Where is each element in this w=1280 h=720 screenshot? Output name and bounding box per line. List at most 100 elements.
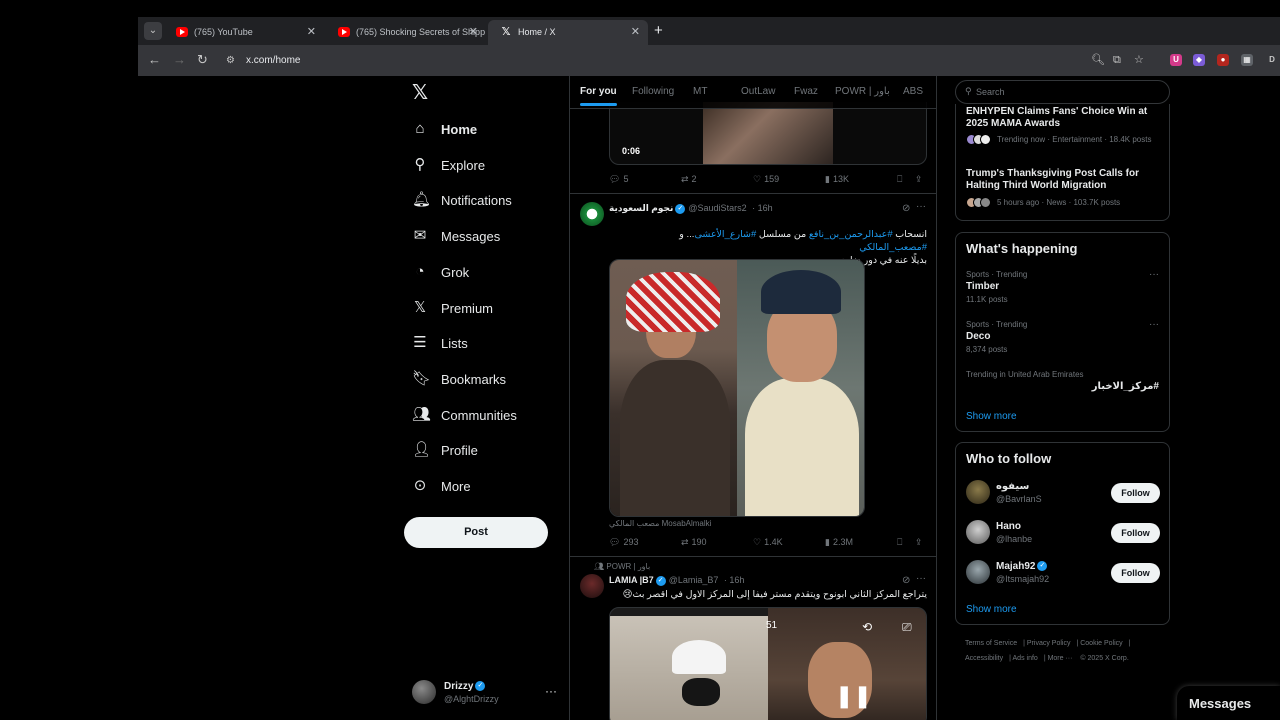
tab-for-you[interactable]: For you (580, 86, 617, 106)
x-logo-icon[interactable]: 𝕏 (412, 82, 432, 104)
nav-bookmarks[interactable]: 🔖︎ Bookmarks (412, 366, 506, 392)
browser-tab-shipping-video[interactable]: (765) Shocking Secrets of Shipp ✕ (326, 20, 486, 45)
grok-icon[interactable]: ⊘ (902, 203, 910, 214)
browser-tab-youtube[interactable]: (765) YouTube ✕ (164, 20, 324, 45)
pause-icon[interactable]: ❚❚ (835, 683, 872, 709)
tab-following[interactable]: Following (632, 86, 674, 97)
zoom-icon[interactable]: 🔍︎ (1091, 53, 1105, 67)
author-name[interactable]: نجوم السعودية (609, 203, 673, 213)
footer-link[interactable]: More ··· (1048, 655, 1073, 662)
avatar[interactable] (966, 480, 990, 504)
browser-tab-x-home[interactable]: 𝕏 Home / X ✕ (488, 20, 648, 45)
repost-button[interactable]: ⇄ 2 (681, 174, 697, 185)
user-name[interactable]: Hano (996, 521, 1021, 532)
show-more-link[interactable]: Show more (966, 604, 1017, 615)
repost-button[interactable]: ⇄ 190 (681, 537, 707, 548)
footer-link[interactable]: Cookie Policy (1080, 640, 1122, 647)
reply-button[interactable]: 💬︎ 5 (609, 174, 628, 185)
tweet-time[interactable]: · 16h (724, 575, 745, 585)
more-dots-icon[interactable]: ··· (916, 573, 926, 584)
views-button[interactable]: ▮ 13K (825, 174, 849, 185)
hashtag-link[interactable]: #شارع_الأعشى (694, 229, 756, 240)
views-button[interactable]: ▮ 2.3M (825, 537, 853, 548)
extension-shield-icon[interactable]: U (1170, 54, 1182, 66)
messages-drawer[interactable]: Messages (1177, 686, 1280, 720)
nav-lists[interactable]: ☰ Lists (412, 330, 467, 356)
user-name[interactable]: سيفوه (996, 481, 1029, 492)
avatar[interactable] (580, 574, 604, 598)
back-arrow-icon[interactable]: ← (148, 52, 161, 68)
footer-link[interactable]: Privacy Policy (1027, 640, 1071, 647)
close-tab-icon[interactable]: ✕ (307, 20, 316, 45)
show-more-link[interactable]: Show more (966, 411, 1017, 422)
trend-name[interactable]: Deco (966, 331, 990, 342)
author-handle[interactable]: @SaudiStars2 (688, 203, 746, 213)
author-handle[interactable]: @Lamia_B7 (669, 575, 719, 585)
avatar[interactable] (580, 202, 604, 226)
user-handle[interactable]: @Itsmajah92 (996, 574, 1049, 584)
user-handle[interactable]: @BavrlanS (996, 494, 1042, 504)
tweet-video[interactable]: 0:06 (609, 102, 927, 165)
search-box[interactable]: ⚲ (955, 80, 1170, 104)
trend-name[interactable]: #مركز_الاخبار (1092, 381, 1159, 392)
footer-link[interactable]: Accessibility (965, 655, 1003, 662)
forward-arrow-icon[interactable]: → (173, 52, 186, 68)
bookmark-star-icon[interactable]: ☆ (1134, 53, 1144, 67)
nav-home[interactable]: ⌂ Home (412, 116, 477, 142)
extension-red-icon[interactable]: ● (1217, 54, 1229, 66)
more-dots-icon[interactable]: ··· (916, 201, 926, 212)
hashtag-link[interactable]: #مصعب_المالكي (859, 242, 927, 253)
tweet-image[interactable] (609, 259, 865, 517)
nav-messages[interactable]: ✉ Messages (412, 223, 501, 249)
news-headline[interactable]: ENHYPEN Claims Fans' Choice Win at 2025 … (966, 106, 1161, 130)
reload-icon[interactable]: ↻ (197, 52, 208, 68)
tab-abs[interactable]: ABS (903, 86, 923, 97)
more-dots-icon[interactable]: ··· (545, 684, 557, 698)
follow-button[interactable]: Follow (1111, 563, 1160, 583)
like-button[interactable]: ♡ 159 (753, 174, 779, 185)
tab-search-button[interactable]: ⌄ (144, 22, 162, 40)
grok-icon[interactable]: ⊘ (902, 575, 910, 586)
author-name[interactable]: LAMIA |B7 (609, 575, 654, 585)
nav-more[interactable]: ⊙ More (412, 473, 471, 499)
tweet-video[interactable]: 51 ⟲ ⎚ ❚❚ (609, 607, 927, 720)
share-button[interactable]: ⇪ (915, 537, 926, 548)
bookmark-button[interactable]: ⎕ (897, 537, 905, 548)
url-text[interactable]: x.com/home (246, 55, 300, 66)
close-tab-icon[interactable]: ✕ (631, 20, 640, 45)
more-dots-icon[interactable]: ··· (1149, 269, 1159, 280)
news-headline[interactable]: Trump's Thanksgiving Post Calls for Halt… (966, 168, 1161, 192)
trend-name[interactable]: Timber (966, 281, 999, 292)
avatar[interactable] (966, 520, 990, 544)
like-button[interactable]: ♡ 1.4K (753, 537, 783, 548)
nav-premium[interactable]: 𝕏 Premium (412, 295, 493, 321)
address-bar[interactable]: ⚙ x.com/home (222, 49, 1232, 73)
follow-button[interactable]: Follow (1111, 483, 1160, 503)
extension-purple-icon[interactable]: ◆ (1193, 54, 1205, 66)
footer-link[interactable]: Ads info (1013, 655, 1038, 662)
account-switcher[interactable]: Drizzy ✓ @AlghtDrizzy ··· (412, 680, 557, 706)
profile-icon[interactable]: D (1266, 54, 1278, 66)
tweet-time[interactable]: · 16h (752, 203, 773, 213)
extensions-puzzle-icon[interactable]: ▦ (1241, 54, 1253, 66)
nav-grok[interactable]: ◔ Grok (412, 259, 469, 285)
nav-communities[interactable]: 👥︎ Communities (412, 402, 517, 428)
user-name[interactable]: Majah92 (996, 561, 1035, 572)
user-handle[interactable]: @lhanbe (996, 534, 1032, 544)
nav-explore[interactable]: ⚲ Explore (412, 152, 486, 178)
reply-button[interactable]: 💬︎ 293 (609, 537, 638, 548)
community-name[interactable]: POWR | باور (606, 562, 650, 571)
site-info-icon[interactable]: ⚙ (226, 55, 238, 67)
more-dots-icon[interactable]: ··· (1149, 319, 1159, 330)
tab-powr[interactable]: POWR | باور (835, 86, 890, 97)
share-button[interactable]: ⇪ (915, 174, 926, 185)
new-tab-button[interactable]: + (654, 20, 663, 42)
footer-link[interactable]: Terms of Service (965, 640, 1017, 647)
hashtag-link[interactable]: #عبدالرحمن_بن_نافع (809, 229, 893, 240)
bookmark-button[interactable]: ⎕ (897, 174, 905, 185)
install-app-icon[interactable]: ⧉ (1113, 53, 1121, 67)
avatar[interactable] (966, 560, 990, 584)
nav-profile[interactable]: 👤︎ Profile (412, 437, 478, 463)
nav-notifications[interactable]: 🔔︎ Notifications (412, 187, 512, 213)
tab-fwaz[interactable]: Fwaz (794, 86, 818, 97)
